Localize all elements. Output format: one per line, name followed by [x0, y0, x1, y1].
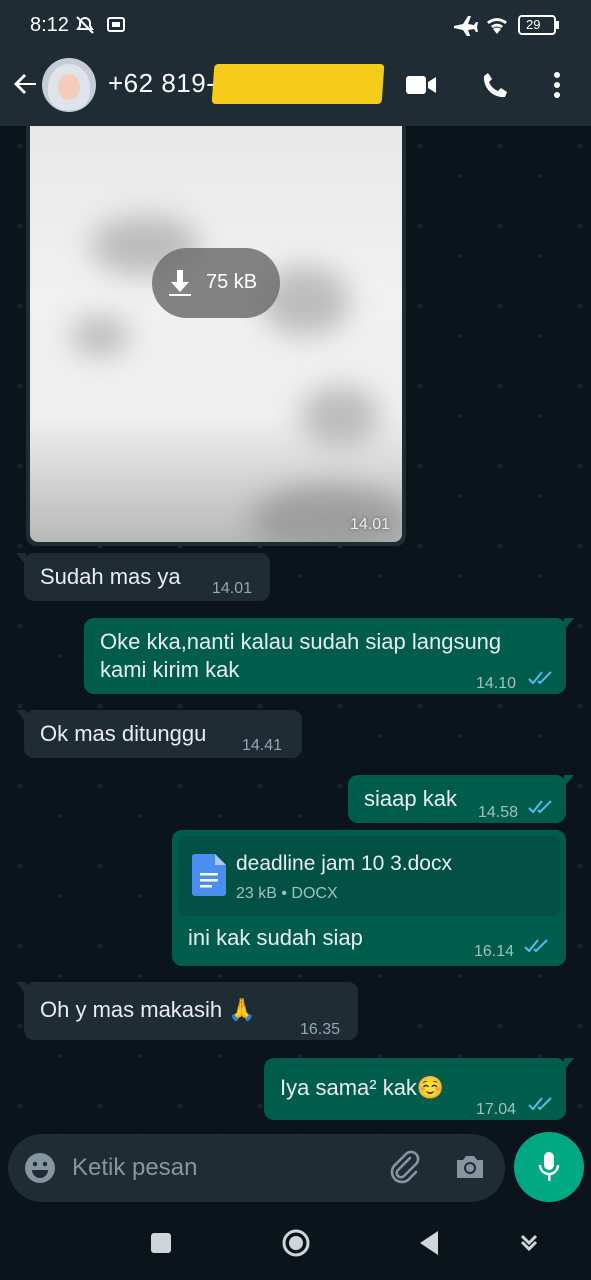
message-time: 14.01	[212, 580, 253, 597]
phone-icon[interactable]	[480, 70, 510, 105]
message-bubble-incoming[interactable]: Ok mas ditunggu 14.41	[16, 710, 302, 758]
document-attachment[interactable]: deadline jam 10 3.docx 23 kB • DOCX	[178, 836, 560, 916]
message-time: 16.35	[300, 1021, 341, 1038]
message-text: Iya sama² kak☺️	[280, 1075, 445, 1100]
message-time: 14.01	[349, 516, 390, 533]
download-button[interactable]: 75 kB	[152, 248, 280, 318]
message-bubble-outgoing[interactable]: Iya sama² kak☺️ 17.04	[264, 1058, 574, 1120]
recents-button-icon[interactable]	[150, 1232, 172, 1254]
redaction-mark	[211, 64, 385, 104]
message-text-line-1: Oke kka,nanti kalau sudah siap langsung	[100, 629, 502, 654]
read-receipt-icon	[528, 1097, 552, 1111]
message-time: 14.58	[478, 804, 519, 821]
message-text: Sudah mas ya	[40, 564, 181, 589]
document-meta: 23 kB • DOCX	[236, 885, 338, 902]
message-text: siaap kak	[364, 786, 457, 811]
attach-icon[interactable]	[388, 1150, 420, 1184]
notification-app-icon	[106, 14, 126, 36]
status-time: 8:12	[30, 14, 69, 36]
chat-header: +62 819-	[0, 50, 591, 126]
message-bubble-incoming[interactable]: Oh y mas makasih 🙏 16.35	[16, 982, 358, 1040]
message-time: 14.10	[476, 675, 517, 692]
contact-name[interactable]: +62 819-	[108, 68, 215, 99]
mic-icon	[538, 1152, 560, 1181]
avatar[interactable]	[42, 58, 96, 112]
download-icon	[169, 270, 191, 296]
document-message[interactable]: deadline jam 10 3.docx 23 kB • DOCX ini …	[172, 830, 566, 966]
message-time: 17.04	[476, 1101, 517, 1118]
nav-hide-icon[interactable]	[518, 1232, 540, 1254]
airplane-icon	[452, 14, 478, 38]
camera-icon[interactable]	[454, 1152, 486, 1182]
emoji-icon[interactable]	[24, 1152, 56, 1184]
read-receipt-icon	[528, 671, 552, 685]
message-text-line-2: kami kirim kak	[100, 657, 240, 682]
download-size: 75 kB	[206, 271, 258, 293]
message-bubble-outgoing[interactable]: Oke kka,nanti kalau sudah siap langsung …	[84, 618, 574, 694]
message-text: Oh y mas makasih 🙏	[40, 997, 256, 1022]
message-time: 16.14	[474, 943, 515, 960]
system-nav-bar	[0, 1212, 591, 1280]
video-call-icon[interactable]	[404, 70, 438, 105]
chat-area[interactable]: 75 kB 14.01 Sudah mas ya 14.01 Oke kka,n…	[0, 126, 591, 1134]
message-bubble-incoming[interactable]: Sudah mas ya 14.01	[16, 553, 270, 601]
message-text: Ok mas ditunggu	[40, 721, 207, 746]
message-text: ini kak sudah siap	[188, 925, 363, 950]
home-button-icon[interactable]	[281, 1228, 311, 1258]
message-time: 14.41	[242, 737, 283, 754]
status-bar: 8:12 29	[0, 0, 591, 50]
image-message[interactable]: 75 kB 14.01	[26, 126, 406, 546]
document-name: deadline jam 10 3.docx	[236, 852, 452, 875]
more-vert-icon[interactable]	[552, 70, 562, 105]
mute-icon	[74, 14, 96, 36]
message-bubble-outgoing[interactable]: siaap kak 14.58	[348, 775, 574, 823]
read-receipt-icon	[524, 939, 548, 953]
blurred-image[interactable]: 75 kB 14.01	[30, 126, 402, 542]
message-input[interactable]: Ketik pesan	[72, 1154, 197, 1182]
document-icon	[192, 854, 226, 896]
message-input-bar: Ketik pesan	[8, 1134, 505, 1202]
back-arrow-icon[interactable]	[12, 70, 40, 98]
back-button-icon[interactable]	[418, 1230, 440, 1256]
read-receipt-icon	[528, 800, 552, 814]
mic-button[interactable]	[514, 1132, 584, 1202]
battery-level: 29	[526, 17, 541, 32]
wifi-icon	[484, 14, 510, 36]
